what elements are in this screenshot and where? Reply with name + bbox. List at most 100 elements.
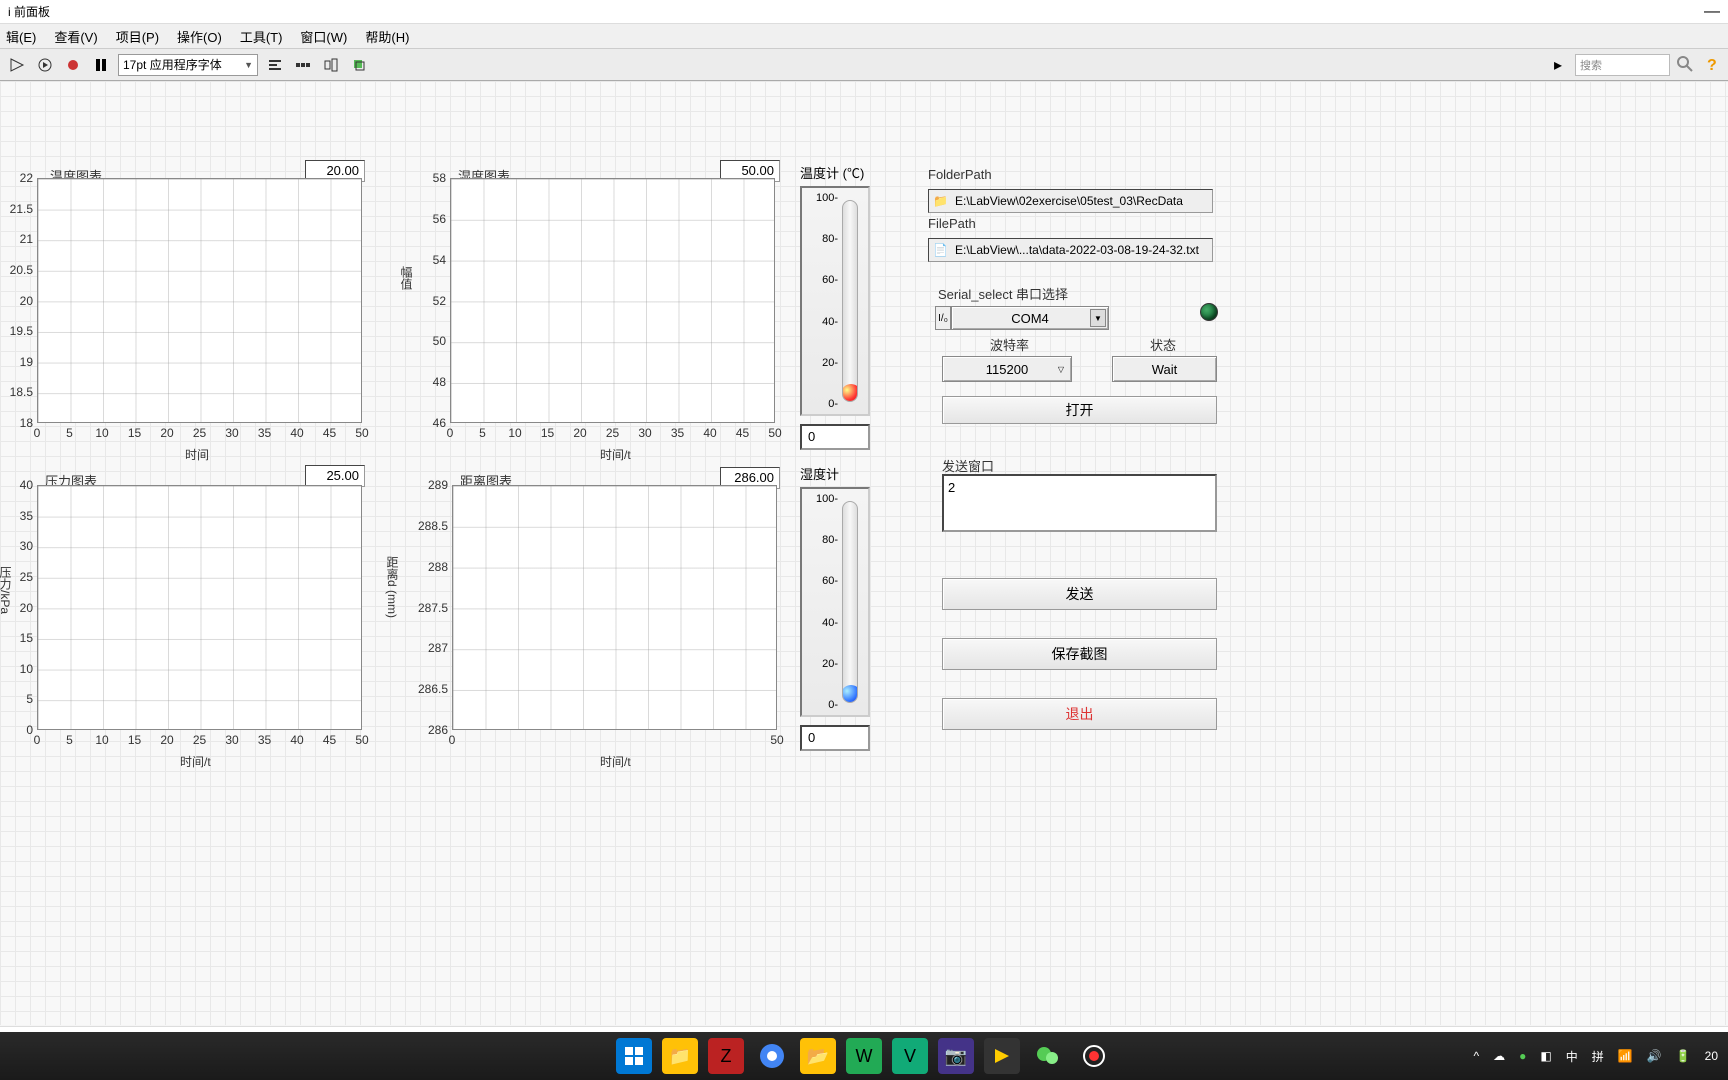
menu-help[interactable]: 帮助(H) xyxy=(365,27,409,46)
chevron-down-icon[interactable]: ▼ xyxy=(1090,309,1106,327)
thermometer-bulb-icon xyxy=(842,685,858,703)
open-button[interactable]: 打开 xyxy=(942,396,1217,424)
app-tray-icon[interactable]: ◧ xyxy=(1540,1049,1551,1063)
sendbox-label: 发送窗口 xyxy=(942,456,994,475)
thermometer-body[interactable]: 100- 80- 60- 40- 20- 0- xyxy=(800,186,870,416)
chart-plot-area[interactable] xyxy=(37,178,362,423)
menu-edit[interactable]: 辑(E) xyxy=(6,27,36,46)
toolbar: 17pt 应用程序字体 ▼ ▸ 搜索 ? xyxy=(0,49,1728,81)
context-arrow-icon[interactable]: ▸ xyxy=(1547,54,1569,76)
chart-plot-area[interactable] xyxy=(37,485,362,730)
front-panel-canvas: 温度图表 20.00 22 21.5 21 20.5 20 19.5 19 18… xyxy=(0,81,1728,1025)
io-control-icon[interactable]: I/₀ xyxy=(935,306,951,330)
search-input[interactable]: 搜索 xyxy=(1575,54,1670,76)
record-icon[interactable] xyxy=(1076,1038,1112,1074)
menu-project[interactable]: 项目(P) xyxy=(116,27,159,46)
volume-icon[interactable]: 🔊 xyxy=(1647,1049,1662,1063)
send-textarea[interactable]: 2 xyxy=(942,474,1217,532)
menu-operate[interactable]: 操作(O) xyxy=(177,27,222,46)
explorer-icon[interactable]: 📁 xyxy=(662,1038,698,1074)
menu-window[interactable]: 窗口(W) xyxy=(300,27,347,46)
folder-icon: 📁 xyxy=(933,194,951,208)
thermometer-label: 湿度计 xyxy=(800,464,870,483)
x-axis-label: 时间 xyxy=(185,446,209,463)
tray-chevron-icon[interactable]: ^ xyxy=(1474,1049,1480,1063)
chart-plot-area[interactable] xyxy=(450,178,775,423)
x-axis-label: 时间/t xyxy=(600,446,631,463)
font-selector[interactable]: 17pt 应用程序字体 ▼ xyxy=(118,54,258,76)
chevron-down-icon: ▼ xyxy=(244,60,253,70)
filepath-field[interactable]: 📄 E:\LabView\...ta\data-2022-03-08-19-24… xyxy=(928,238,1213,262)
run-icon[interactable] xyxy=(6,54,28,76)
file-icon: 📄 xyxy=(933,243,951,257)
y-axis-label: 距离d (mm) xyxy=(384,556,401,618)
x-axis-label: 时间/t xyxy=(600,753,631,770)
thermometer-readout[interactable]: 0 xyxy=(800,424,870,450)
filepath-label: FilePath xyxy=(928,216,976,231)
baud-combo[interactable]: 115200 ▽ xyxy=(942,356,1072,382)
thermometer-temperature: 温度计 (℃) 100- 80- 60- 40- 20- 0- 0 xyxy=(800,163,870,450)
chart-current-value[interactable]: 25.00 xyxy=(305,465,365,487)
status-display: Wait xyxy=(1112,356,1217,382)
distribute-icon[interactable] xyxy=(292,54,314,76)
baud-label: 波特率 xyxy=(990,335,1029,354)
camera-icon[interactable]: 📷 xyxy=(938,1038,974,1074)
chart-pressure: 压力图表 25.00 压力/kPa 40 35 30 25 20 15 10 5… xyxy=(5,471,375,771)
wechat-tray-icon[interactable]: ● xyxy=(1519,1049,1526,1063)
help-icon[interactable]: ? xyxy=(1702,55,1722,75)
clock[interactable]: 20 xyxy=(1705,1049,1718,1063)
wechat-icon[interactable] xyxy=(1030,1038,1066,1074)
serial-select-label: Serial_select 串口选择 xyxy=(938,284,1068,303)
menu-tools[interactable]: 工具(T) xyxy=(240,27,283,46)
chart-plot-area[interactable] xyxy=(452,485,777,730)
align-icon[interactable] xyxy=(264,54,286,76)
resize-icon[interactable] xyxy=(320,54,342,76)
send-button[interactable]: 发送 xyxy=(942,578,1217,610)
folderpath-field[interactable]: 📁 E:\LabView\02exercise\05test_03\RecDat… xyxy=(928,189,1213,213)
chart-distance: 距离图表 286.00 距离d (mm) 289 288.5 288 287.5… xyxy=(390,471,790,771)
thermometer-readout[interactable]: 0 xyxy=(800,725,870,751)
system-tray: ^ ☁ ● ◧ 中 拼 📶 🔊 🔋 20 xyxy=(1474,1048,1728,1065)
serial-select: I/₀ COM4 ▼ xyxy=(935,306,1109,330)
x-axis-label: 时间/t xyxy=(180,753,211,770)
font-selector-label: 17pt 应用程序字体 xyxy=(123,56,222,73)
status-label: 状态 xyxy=(1150,335,1176,354)
window-title: i 前面板 xyxy=(8,3,50,20)
taskbar: 📁 Z 📂 W V 📷 ^ ☁ ● ◧ 中 拼 📶 🔊 🔋 20 xyxy=(0,1032,1728,1080)
vscode-icon[interactable]: V xyxy=(892,1038,928,1074)
ime-lang-icon[interactable]: 中 xyxy=(1566,1048,1578,1065)
chevron-down-icon[interactable]: ▽ xyxy=(1053,360,1069,378)
wifi-icon[interactable]: 📶 xyxy=(1618,1049,1633,1063)
run-continuous-icon[interactable] xyxy=(34,54,56,76)
thermometer-humidity: 湿度计 100- 80- 60- 40- 20- 0- 0 xyxy=(800,464,870,751)
folder-icon[interactable]: 📂 xyxy=(800,1038,836,1074)
abort-icon[interactable] xyxy=(62,54,84,76)
wps-icon[interactable]: W xyxy=(846,1038,882,1074)
serial-port-combo[interactable]: COM4 ▼ xyxy=(951,306,1109,330)
folderpath-label: FolderPath xyxy=(928,167,992,182)
thermometer-label: 温度计 (℃) xyxy=(800,163,870,182)
minimize-button[interactable]: — xyxy=(1704,3,1720,21)
menu-bar: 辑(E) 查看(V) 项目(P) 操作(O) 工具(T) 窗口(W) 帮助(H) xyxy=(0,24,1728,49)
pause-icon[interactable] xyxy=(90,54,112,76)
thermometer-body[interactable]: 100- 80- 60- 40- 20- 0- xyxy=(800,487,870,717)
ime-mode-icon[interactable]: 拼 xyxy=(1592,1048,1604,1065)
battery-icon[interactable]: 🔋 xyxy=(1676,1049,1691,1063)
thermometer-bulb-icon xyxy=(842,384,858,402)
chrome-icon[interactable] xyxy=(754,1038,790,1074)
screenshot-button[interactable]: 保存截图 xyxy=(942,638,1217,670)
search-icon[interactable] xyxy=(1676,55,1696,75)
start-icon[interactable] xyxy=(616,1038,652,1074)
chart-humidity: 湿度图表 50.00 幅值 58 56 54 52 50 48 46 0 5 1… xyxy=(400,166,790,471)
title-bar: i 前面板 — xyxy=(0,0,1728,24)
svg-text:?: ? xyxy=(1707,57,1717,73)
y-axis-label: 幅值 xyxy=(398,266,415,290)
menu-view[interactable]: 查看(V) xyxy=(54,27,97,46)
reorder-icon[interactable] xyxy=(348,54,370,76)
exit-button[interactable]: 退出 xyxy=(942,698,1217,730)
chart-temperature: 温度图表 20.00 22 21.5 21 20.5 20 19.5 19 18… xyxy=(5,166,375,471)
labview-icon[interactable] xyxy=(984,1038,1020,1074)
zotero-icon[interactable]: Z xyxy=(708,1038,744,1074)
status-led xyxy=(1200,303,1218,321)
onedrive-icon[interactable]: ☁ xyxy=(1493,1049,1505,1063)
